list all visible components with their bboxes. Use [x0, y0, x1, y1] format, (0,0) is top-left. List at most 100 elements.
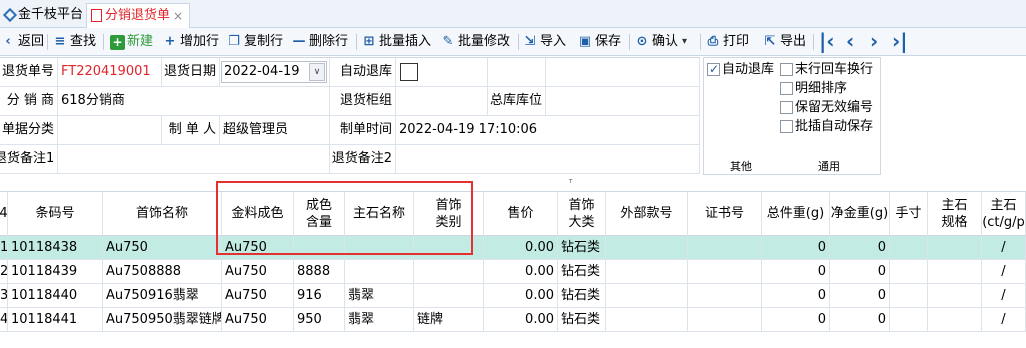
cell-jewelry-name[interactable]: Au7508888	[103, 260, 222, 284]
batch-autosave-option[interactable]: 批插自动保存	[780, 118, 873, 136]
cell-ring-size[interactable]	[890, 284, 928, 308]
save-button[interactable]: ▣ 保存	[577, 32, 621, 52]
column-header-barcode[interactable]: 条码号	[8, 192, 103, 236]
cell-gold-fineness[interactable]: Au750	[222, 308, 294, 332]
cell-sale-price[interactable]: 0.00	[484, 308, 558, 332]
batch-autosave-checkbox[interactable]	[780, 120, 793, 133]
auto-return-option-checkbox[interactable]	[707, 60, 720, 78]
cell-main-stone-name[interactable]: 翡翠	[345, 308, 414, 332]
cell-certificate-no[interactable]	[688, 284, 762, 308]
remark2-field[interactable]	[396, 145, 700, 174]
remark1-field[interactable]	[58, 145, 330, 174]
detail-sort-checkbox[interactable]	[780, 82, 793, 95]
column-header-external-style-no[interactable]: 外部款号	[606, 192, 688, 236]
column-header-stone-spec[interactable]: 主石 规格	[928, 192, 982, 236]
cell-certificate-no[interactable]	[688, 260, 762, 284]
cell-external-style-no[interactable]	[606, 308, 688, 332]
tab-home[interactable]: 金千枝平台	[2, 3, 83, 28]
add-row-button[interactable]: + 增加行	[162, 32, 219, 52]
cell-external-style-no[interactable]	[606, 236, 688, 260]
close-icon[interactable]: ×	[173, 4, 183, 28]
export-button[interactable]: ⇱ 导出	[762, 32, 806, 52]
import-button[interactable]: ⇲ 导入	[522, 32, 566, 52]
table-row[interactable]: 3 10118440 Au750916翡翠 Au750 916 翡翠 0.00 钻石类 0 0/	[0, 284, 1026, 308]
cell-sale-price[interactable]: 0.00	[484, 236, 558, 260]
column-header-jewelry-major-class[interactable]: 首饰 大类	[558, 192, 606, 236]
cell-jewelry-category[interactable]	[414, 284, 484, 308]
cell-barcode[interactable]: 10118441	[8, 308, 103, 332]
cell-external-style-no[interactable]	[606, 284, 688, 308]
cell-stone-unit[interactable]: /	[982, 236, 1026, 260]
new-button[interactable]: + 新建	[110, 32, 153, 52]
cell-total-weight[interactable]: 0	[762, 308, 830, 332]
cell-main-stone-name[interactable]: 翡翠	[345, 284, 414, 308]
calendar-dropdown-icon[interactable]: ∨	[309, 63, 325, 81]
cell-ring-size[interactable]	[890, 308, 928, 332]
cell-net-gold-weight[interactable]: 0	[830, 284, 890, 308]
cell-jewelry-major-class[interactable]: 钻石类	[558, 284, 606, 308]
column-header-ring-size[interactable]: 手寸	[890, 192, 928, 236]
auto-return-checkbox[interactable]	[400, 62, 418, 81]
cell-barcode[interactable]: 10118439	[8, 260, 103, 284]
cell-gold-fineness[interactable]: Au750	[222, 284, 294, 308]
cell-jewelry-major-class[interactable]: 钻石类	[558, 308, 606, 332]
splitter-handle[interactable]: ᵀ	[569, 179, 572, 189]
copy-row-button[interactable]: ❐ 复制行	[226, 32, 283, 52]
delete-row-button[interactable]: — 删除行	[291, 32, 349, 52]
cell-gold-fineness[interactable]: Au750	[222, 260, 294, 284]
cell-certificate-no[interactable]	[688, 236, 762, 260]
detail-sort-option[interactable]: 明细排序	[780, 80, 847, 98]
cell-fineness-content[interactable]: 950	[294, 308, 345, 332]
cell-jewelry-major-class[interactable]: 钻石类	[558, 236, 606, 260]
keep-invalid-checkbox[interactable]	[780, 101, 793, 114]
cell-stone-unit[interactable]: /	[982, 308, 1026, 332]
cell-total-weight[interactable]: 0	[762, 236, 830, 260]
back-button[interactable]: ‹ 返回	[0, 32, 44, 52]
confirm-button[interactable]: ⊙ 确认 ▾	[634, 32, 688, 52]
last-record-icon[interactable]: ›|	[892, 31, 908, 51]
previous-record-icon[interactable]: ‹	[846, 31, 854, 51]
cell-fineness-content[interactable]: 916	[294, 284, 345, 308]
table-row[interactable]: 2 10118439 Au7508888 Au750 8888 0.00 钻石类 0 0/	[0, 260, 1026, 284]
cell-barcode[interactable]: 10118440	[8, 284, 103, 308]
cell-stone-unit[interactable]: /	[982, 284, 1026, 308]
cell-ring-size[interactable]	[890, 236, 928, 260]
column-header-certificate-no[interactable]: 证书号	[688, 192, 762, 236]
cell-row-index[interactable]: 4	[0, 308, 8, 332]
column-header-jewelry-name[interactable]: 首饰名称	[103, 192, 222, 236]
cell-main-stone-name[interactable]	[345, 260, 414, 284]
auto-return-option[interactable]: 自动退库	[707, 60, 774, 79]
cell-row-index[interactable]: 3	[0, 284, 8, 308]
cell-total-weight[interactable]: 0	[762, 284, 830, 308]
cell-ring-size[interactable]	[890, 260, 928, 284]
keep-invalid-option[interactable]: 保留无效编号	[780, 99, 873, 117]
cell-stone-spec[interactable]	[928, 284, 982, 308]
last-row-enter-option[interactable]: 末行回车换行	[780, 61, 873, 79]
last-row-enter-checkbox[interactable]	[780, 63, 793, 76]
cell-net-gold-weight[interactable]: 0	[830, 308, 890, 332]
cell-sale-price[interactable]: 0.00	[484, 260, 558, 284]
tab-distribution-return[interactable]: 分销退货单 ×	[86, 3, 190, 28]
cell-fineness-content[interactable]: 8888	[294, 260, 345, 284]
column-header-row-index[interactable]: 4	[0, 192, 8, 236]
cell-jewelry-category[interactable]	[414, 260, 484, 284]
cell-stone-spec[interactable]	[928, 308, 982, 332]
distributor-field[interactable]: 618分销商	[58, 87, 330, 116]
cell-jewelry-name[interactable]: Au750950翡翠链牌	[103, 308, 222, 332]
batch-edit-button[interactable]: ✎ 批量修改	[440, 32, 510, 52]
cell-stone-spec[interactable]	[928, 260, 982, 284]
cell-total-weight[interactable]: 0	[762, 260, 830, 284]
main-location-field[interactable]	[546, 87, 700, 116]
cell-row-index[interactable]: 2	[0, 260, 8, 284]
cell-net-gold-weight[interactable]: 0	[830, 260, 890, 284]
next-record-icon[interactable]: ›	[870, 31, 878, 51]
find-button[interactable]: ≡ 查找	[52, 32, 96, 52]
return-no-field[interactable]: FT220419001	[58, 58, 162, 87]
column-header-stone-unit[interactable]: 主石 (ct/g/p	[982, 192, 1026, 236]
batch-insert-button[interactable]: ⊞ 批量插入	[361, 32, 431, 52]
cell-net-gold-weight[interactable]: 0	[830, 236, 890, 260]
doc-category-field[interactable]	[58, 116, 162, 145]
table-row[interactable]: 1 10118438 Au750 Au750 0.00 钻石类 0 0/	[0, 236, 1026, 260]
cell-jewelry-major-class[interactable]: 钻石类	[558, 260, 606, 284]
column-header-net-gold-weight[interactable]: 净金重(g)	[830, 192, 890, 236]
